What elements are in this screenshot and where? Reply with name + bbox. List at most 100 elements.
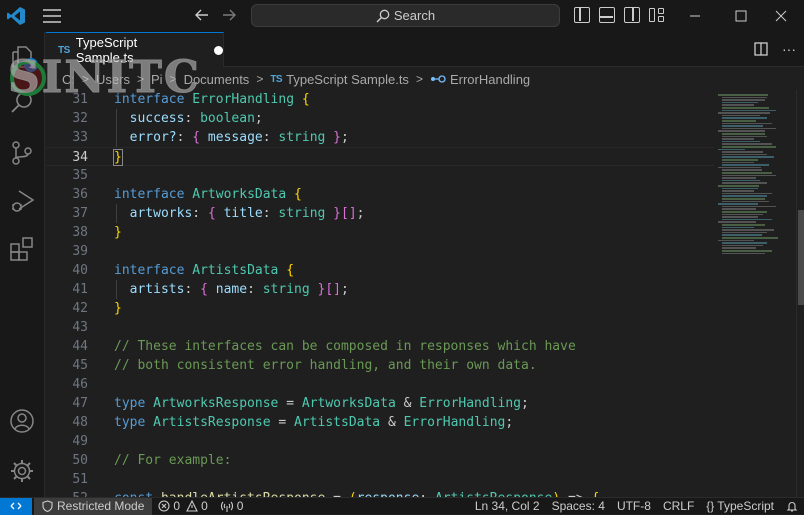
ports-indicator[interactable]: 0 — [214, 499, 250, 513]
code-line[interactable]: 47 type ArtworksResponse = ArtworksData &… — [46, 394, 714, 413]
code-token: // For example: — [114, 453, 232, 468]
code-token: : — [184, 282, 201, 297]
code-line[interactable]: 38} — [46, 223, 714, 242]
minimap-line — [722, 226, 754, 229]
code-token: ArtworksResponse — [153, 396, 279, 411]
minimap-line — [722, 99, 766, 101]
activity-run-debug[interactable] — [9, 188, 35, 214]
menu-icon[interactable] — [42, 8, 62, 24]
vertical-scrollbar[interactable] — [796, 90, 804, 497]
minimap-line — [722, 156, 775, 158]
encoding[interactable]: UTF-8 — [611, 499, 657, 513]
command-center-search[interactable]: Search — [251, 4, 560, 27]
activity-source-control[interactable] — [9, 140, 35, 166]
split-editor-icon[interactable] — [754, 42, 768, 56]
code-text: type ArtworksResponse = ArtworksData & E… — [114, 394, 529, 413]
code-line[interactable]: 37 artworks: { title: string }[]; — [46, 204, 714, 223]
code-token: ; — [341, 130, 349, 145]
warning-icon — [186, 500, 198, 512]
breadcrumb-item[interactable]: Pi — [151, 72, 163, 87]
minimap-line — [722, 244, 763, 247]
code-token: // These interfaces can be composed in r… — [114, 339, 576, 354]
line-number: 31 — [72, 92, 88, 107]
code-token: { — [278, 263, 295, 278]
minimap-line — [722, 205, 776, 208]
more-actions-icon[interactable]: ··· — [782, 41, 796, 57]
minimap-line — [722, 213, 763, 216]
code-line[interactable]: 50 // For example: — [46, 451, 714, 470]
arrow-left-icon[interactable] — [194, 6, 212, 26]
minimap-line — [718, 130, 765, 132]
line-number: 38 — [72, 225, 88, 240]
code-line[interactable]: 39 — [46, 242, 714, 261]
breadcrumb-item[interactable]: Users — [96, 72, 130, 87]
problems-indicator[interactable]: 0 0 — [152, 499, 213, 513]
code-token: type — [114, 415, 146, 430]
code-line[interactable]: 40 interface ArtistsData { — [46, 261, 714, 280]
code-line[interactable]: 46 — [46, 375, 714, 394]
code-line[interactable]: 31 interface ErrorHandling { — [46, 90, 714, 109]
watermark-logo-icon — [10, 60, 46, 96]
breadcrumb-item[interactable]: TypeScript Sample.ts — [286, 72, 409, 87]
breadcrumb-item[interactable]: ErrorHandling — [450, 72, 530, 87]
code-line[interactable]: 45 // both consistent error handling, and… — [46, 356, 714, 375]
code-line[interactable]: 32 success: boolean; — [46, 109, 714, 128]
line-number: 36 — [72, 187, 88, 202]
code-line[interactable]: 35 — [46, 166, 714, 185]
code-line[interactable]: 51 — [46, 470, 714, 489]
code-token: } — [114, 301, 122, 316]
code-text: interface ArtistsData { — [114, 261, 294, 280]
code-line[interactable]: 36 interface ArtworksData { — [46, 185, 714, 204]
activity-extensions[interactable] — [9, 236, 35, 262]
indentation[interactable]: Spaces: 4 — [546, 499, 611, 513]
breadcrumb-item[interactable]: C: — [62, 72, 75, 87]
code-token: : — [184, 111, 201, 126]
notifications[interactable] — [780, 500, 804, 512]
code-line[interactable]: 33 error?: { message: string }; — [46, 128, 714, 147]
minimap[interactable] — [714, 90, 796, 497]
minimap-line — [722, 161, 754, 164]
code-line[interactable]: 49 — [46, 432, 714, 451]
editor-tabs: TS TypeScript Sample.ts ··· — [46, 32, 804, 67]
code-line[interactable]: 48 type ArtistsResponse = ArtistsData & E… — [46, 413, 714, 432]
interface-symbol-icon — [430, 75, 446, 83]
chevron-right-icon: > — [415, 72, 423, 86]
minimap-line — [722, 151, 763, 153]
minimize-button[interactable] — [672, 0, 718, 32]
toggle-panel-icon[interactable] — [599, 7, 615, 23]
code-line[interactable]: 43 — [46, 318, 714, 337]
toggle-secondary-sidebar-icon[interactable] — [624, 7, 640, 23]
code-editor[interactable]: 31 interface ErrorHandling {32 success: b… — [46, 90, 714, 497]
code-line[interactable]: 52 const handleArtistsResponse = (respons… — [46, 489, 714, 497]
toggle-primary-sidebar-icon[interactable] — [574, 7, 590, 23]
code-line[interactable]: 41 artists: { name: string }[]; — [46, 280, 714, 299]
minimap-line — [722, 252, 766, 255]
activity-manage[interactable] — [9, 458, 35, 484]
restricted-mode-indicator[interactable]: Restricted Mode — [34, 497, 153, 515]
warning-count: 0 — [201, 499, 208, 513]
unsaved-dot-icon[interactable] — [214, 45, 223, 55]
end-of-line[interactable]: CRLF — [657, 499, 700, 513]
cursor-position[interactable]: Ln 34, Col 2 — [469, 499, 546, 513]
scrollbar-thumb[interactable] — [798, 210, 804, 305]
language-mode[interactable]: {} TypeScript — [700, 499, 780, 513]
activity-accounts[interactable] — [9, 408, 35, 434]
code-text: type ArtistsResponse = ArtistsData & Err… — [114, 413, 513, 432]
remote-indicator[interactable] — [0, 497, 32, 515]
minimap-line — [722, 198, 766, 200]
code-line[interactable]: 44 // These interfaces can be composed in… — [46, 337, 714, 356]
arrow-right-icon[interactable] — [221, 6, 239, 26]
chevron-right-icon: > — [169, 72, 177, 86]
code-token: ArtistsData — [192, 263, 279, 278]
close-button[interactable] — [758, 0, 804, 32]
breadcrumb-item[interactable]: Documents — [184, 72, 250, 87]
code-line[interactable]: 34} — [46, 147, 714, 166]
code-line[interactable]: 42} — [46, 299, 714, 318]
source-control-icon — [12, 141, 32, 165]
code-token: success — [129, 111, 185, 126]
code-text: } — [113, 148, 123, 167]
customize-layout-icon[interactable] — [649, 7, 665, 23]
tab-typescript-sample[interactable]: TS TypeScript Sample.ts — [46, 32, 224, 67]
